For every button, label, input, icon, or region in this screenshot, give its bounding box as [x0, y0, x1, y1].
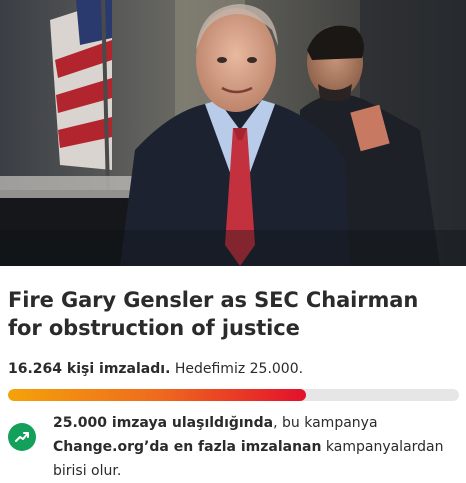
milestone-highlight-text: Change.org’da en fazla imzalanan — [53, 439, 322, 455]
milestone-connector-text: , bu kampanya — [273, 415, 378, 431]
hero-image — [0, 0, 466, 266]
hero-photo-illustration — [0, 0, 466, 266]
petition-title: Fire Gary Gensler as SEC Chairman for ob… — [8, 288, 419, 340]
signature-progress-bar — [8, 389, 459, 401]
trending-up-icon — [8, 423, 36, 451]
signature-progress-fill — [8, 389, 306, 401]
milestone-info: 25.000 imzaya ulaşıldığında, bu kampanya… — [8, 411, 458, 483]
signature-count: 16.264 kişi imzaladı. — [8, 361, 171, 377]
milestone-goal-text: 25.000 imzaya ulaşıldığında — [53, 415, 274, 431]
signature-summary: 16.264 kişi imzaladı. Hedefimiz 25.000. — [8, 360, 458, 378]
milestone-text: 25.000 imzaya ulaşıldığında, bu kampanya… — [53, 411, 453, 483]
signature-goal: Hedefimiz 25.000. — [174, 361, 304, 377]
